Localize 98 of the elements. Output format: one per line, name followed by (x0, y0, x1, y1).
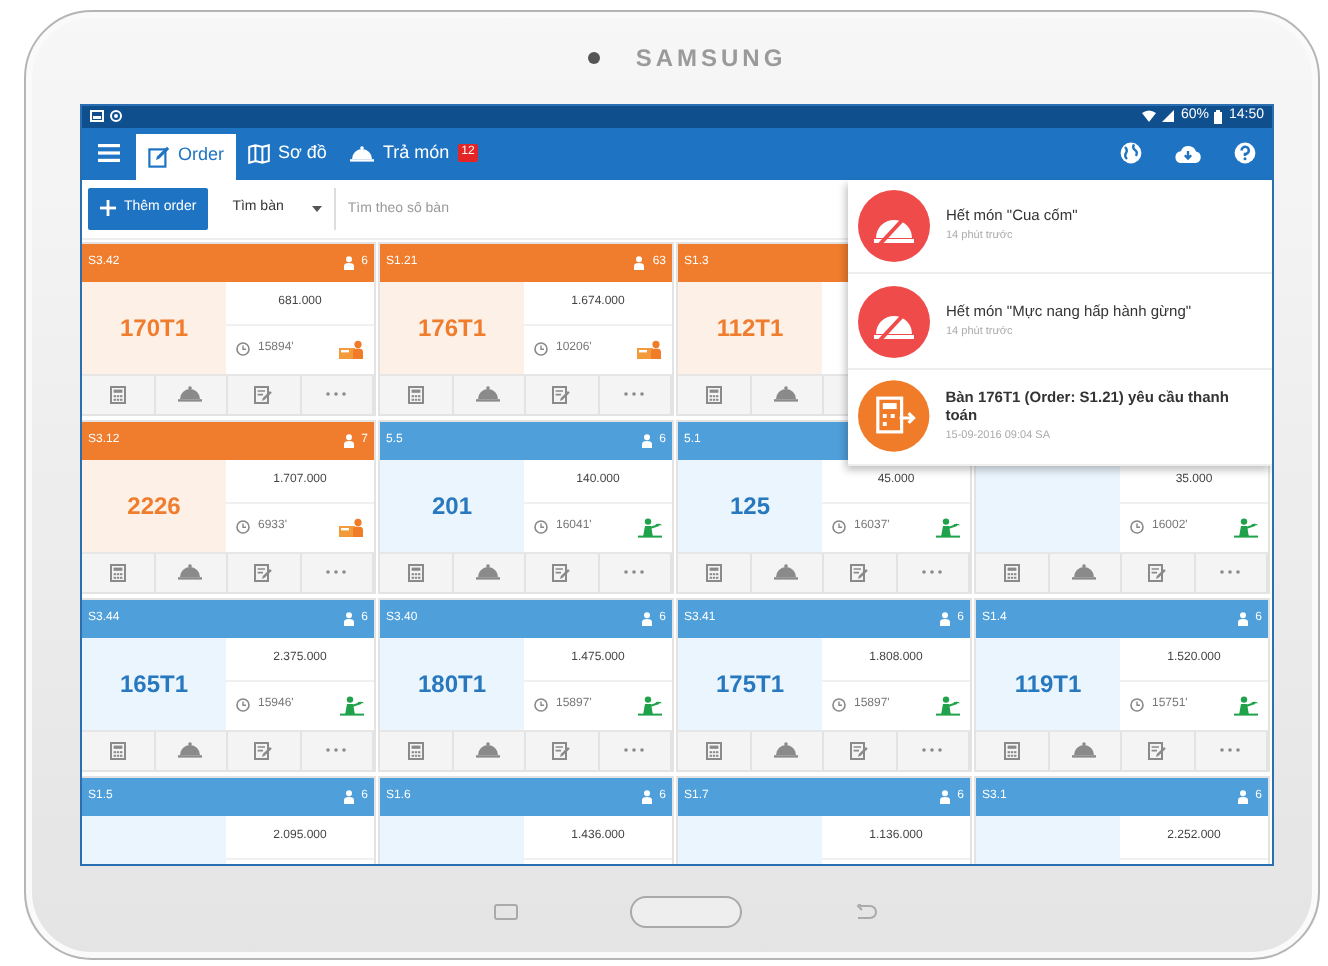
waiter-icon (340, 695, 364, 715)
cloche-icon[interactable] (774, 742, 799, 758)
waiter-icon (638, 695, 662, 715)
table-name: 201 (431, 489, 473, 523)
screenshot-icon (90, 110, 104, 122)
globe-icon[interactable] (1120, 142, 1142, 164)
person-icon (641, 433, 652, 447)
cloche-icon[interactable] (178, 742, 203, 758)
calculator-icon[interactable] (705, 385, 722, 403)
person-icon (1237, 611, 1248, 625)
table-name: 175T1 (715, 667, 785, 701)
note-edit-icon[interactable] (850, 741, 869, 759)
home-button[interactable] (629, 895, 741, 928)
waiter-icon (638, 517, 662, 537)
edit-icon (148, 145, 170, 167)
note-edit-icon[interactable] (552, 741, 571, 759)
bill-request-icon (858, 380, 930, 453)
clock-icon (1130, 698, 1144, 712)
brand-logo: SAMSUNG (635, 41, 787, 76)
calculator-icon[interactable] (407, 563, 424, 581)
person-icon (641, 789, 652, 803)
table-name: 180T1 (417, 667, 487, 701)
clock-icon (236, 342, 250, 356)
cloche-icon[interactable] (178, 564, 203, 580)
cloche-icon[interactable] (1072, 742, 1097, 758)
nav-tab[interactable]: Order (136, 133, 237, 179)
person-icon (939, 789, 950, 803)
cloche-alert-icon (858, 189, 930, 262)
person-icon (343, 611, 354, 625)
clock-icon (832, 520, 846, 534)
camera-dot (587, 51, 600, 64)
note-edit-icon[interactable] (552, 385, 571, 403)
table-name: 112T1 (716, 311, 784, 345)
calculator-icon[interactable] (109, 741, 126, 759)
cashier-icon (636, 339, 662, 359)
person-icon (343, 433, 354, 447)
cloche-icon[interactable] (476, 564, 501, 580)
table-name: 170T1 (119, 311, 189, 345)
cashier-icon (338, 339, 364, 359)
note-edit-icon[interactable] (254, 741, 273, 759)
clock-icon (534, 698, 548, 712)
note-edit-icon[interactable] (254, 385, 273, 403)
calculator-icon[interactable] (1003, 741, 1020, 759)
calculator-icon[interactable] (407, 385, 424, 403)
waiter-icon (936, 695, 960, 715)
table-name: 176T1 (417, 311, 487, 345)
calculator-icon[interactable] (705, 563, 722, 581)
clock-icon (1130, 520, 1144, 534)
person-icon (939, 611, 950, 625)
waiter-icon (1234, 695, 1258, 715)
cashier-icon (338, 517, 364, 537)
cloche-icon[interactable] (178, 386, 203, 402)
person-icon (1237, 789, 1248, 803)
clock-icon (832, 698, 846, 712)
clock-icon (534, 520, 548, 534)
plus-icon (100, 200, 116, 216)
nav-tab[interactable]: Sơ đồ (236, 127, 339, 179)
note-edit-icon[interactable] (850, 563, 869, 581)
clock-icon (236, 520, 250, 534)
back-icon[interactable] (853, 903, 877, 920)
table-name: 125 (729, 489, 771, 523)
cloud-download-icon[interactable] (1174, 143, 1202, 163)
person-icon (641, 611, 652, 625)
calculator-icon[interactable] (705, 741, 722, 759)
note-edit-icon[interactable] (1148, 741, 1167, 759)
battery-icon (1214, 109, 1223, 123)
table-name: 2226 (127, 489, 181, 523)
cloche-icon[interactable] (476, 742, 501, 758)
cloche-icon[interactable] (774, 564, 799, 580)
cloche-alert-icon (858, 285, 930, 357)
clock-icon (236, 698, 250, 712)
person-icon (343, 789, 354, 803)
cloche-icon[interactable] (1072, 564, 1097, 580)
help-icon[interactable] (1234, 142, 1256, 164)
menu-icon (98, 144, 120, 162)
person-icon (343, 255, 354, 269)
cloche-icon (350, 145, 375, 161)
sync-icon (110, 110, 122, 122)
caret-icon (311, 205, 322, 211)
note-edit-icon[interactable] (552, 563, 571, 581)
person-icon (634, 255, 645, 269)
clock-icon (534, 342, 548, 356)
calculator-icon[interactable] (407, 741, 424, 759)
table-name: 119T1 (1014, 667, 1082, 701)
cloche-icon[interactable] (774, 386, 799, 402)
calculator-icon[interactable] (1003, 563, 1020, 581)
note-edit-icon[interactable] (1148, 563, 1167, 581)
note-edit-icon[interactable] (254, 563, 273, 581)
wifi-icon (1142, 110, 1157, 122)
signal-icon (1162, 110, 1175, 122)
cloche-icon[interactable] (476, 386, 501, 402)
table-name: 165T1 (119, 667, 189, 701)
waiter-icon (1234, 517, 1258, 537)
waiter-icon (936, 517, 960, 537)
calculator-icon[interactable] (109, 385, 126, 403)
recent-apps-icon[interactable] (493, 903, 517, 920)
calculator-icon[interactable] (109, 563, 126, 581)
map-icon (248, 143, 271, 163)
